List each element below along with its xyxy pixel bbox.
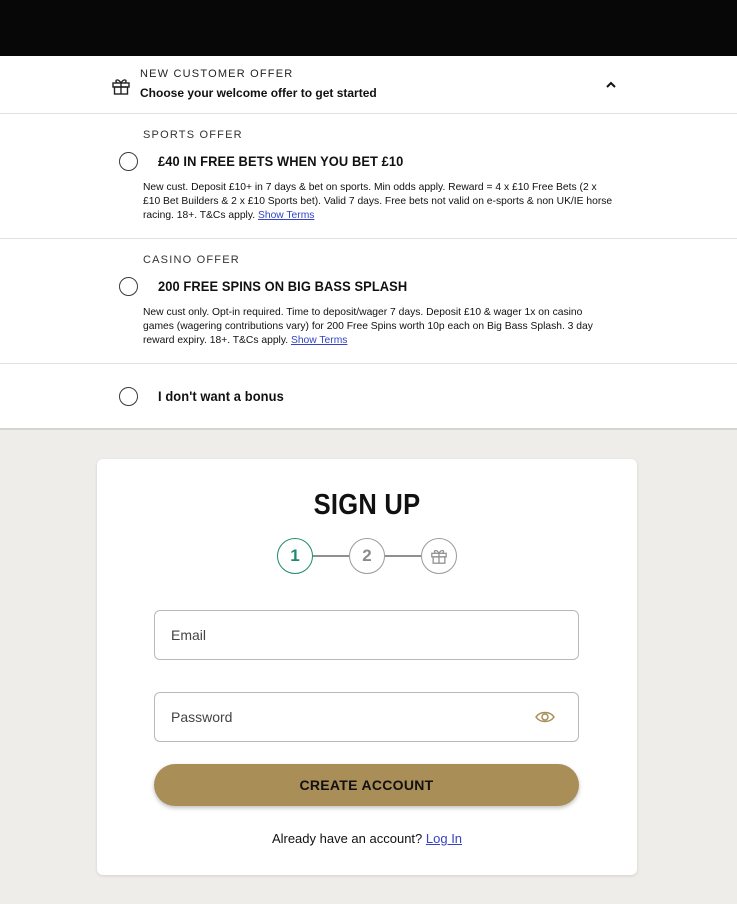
show-terms-link[interactable]: Show Terms [291,335,347,346]
offer-header-eyebrow: NEW CUSTOMER OFFER [140,68,294,80]
offer-eyebrow: CASINO OFFER [143,254,240,266]
welcome-offer-panel: NEW CUSTOMER OFFER Choose your welcome o… [0,56,737,430]
offer-title: £40 IN FREE BETS WHEN YOU BET £10 [158,153,404,169]
gift-icon [112,79,130,95]
offer-title: 200 FREE SPINS ON BIG BASS SPLASH [158,278,408,294]
top-bar [0,0,737,56]
email-input[interactable] [171,611,531,659]
offer-terms-text: New cust only. Opt-in required. Time to … [143,307,593,346]
gift-icon [431,549,447,564]
step-3-indicator [421,538,457,574]
password-field[interactable] [154,692,579,742]
offer-description: New cust. Deposit £10+ in 7 days & bet o… [143,181,613,223]
eye-icon[interactable] [535,709,555,725]
step-connector [313,555,349,557]
step-connector [385,555,421,557]
offer-title: I don't want a bonus [158,388,284,404]
show-terms-link[interactable]: Show Terms [258,210,314,221]
signup-card: SIGN UP 1 2 CREATE ACCOUNT Already have … [97,459,637,875]
password-input[interactable] [171,693,531,741]
offer-description: New cust only. Opt-in required. Time to … [143,306,613,348]
step-1-indicator: 1 [277,538,313,574]
login-prompt-text: Already have an account? [271,831,423,846]
casino-offer-option[interactable]: CASINO OFFER 200 FREE SPINS ON BIG BASS … [0,239,737,364]
login-link[interactable]: Log In [426,831,462,846]
create-account-button[interactable]: CREATE ACCOUNT [154,764,579,806]
offer-eyebrow: SPORTS OFFER [143,129,243,141]
step-2-indicator: 2 [349,538,385,574]
email-field[interactable] [154,610,579,660]
page-title: SIGN UP [313,489,421,521]
login-prompt: Already have an account? Log In [97,831,637,846]
signup-stepper: 1 2 [277,538,457,574]
chevron-up-icon[interactable] [604,78,618,92]
no-bonus-radio[interactable] [119,387,138,406]
casino-offer-radio[interactable] [119,277,138,296]
offer-header[interactable]: NEW CUSTOMER OFFER Choose your welcome o… [0,56,737,114]
sports-offer-radio[interactable] [119,152,138,171]
offer-terms-text: New cust. Deposit £10+ in 7 days & bet o… [143,182,613,221]
sports-offer-option[interactable]: SPORTS OFFER £40 IN FREE BETS WHEN YOU B… [0,114,737,239]
offer-header-subtitle: Choose your welcome offer to get started [140,86,377,100]
no-bonus-option[interactable]: I don't want a bonus [0,364,737,430]
